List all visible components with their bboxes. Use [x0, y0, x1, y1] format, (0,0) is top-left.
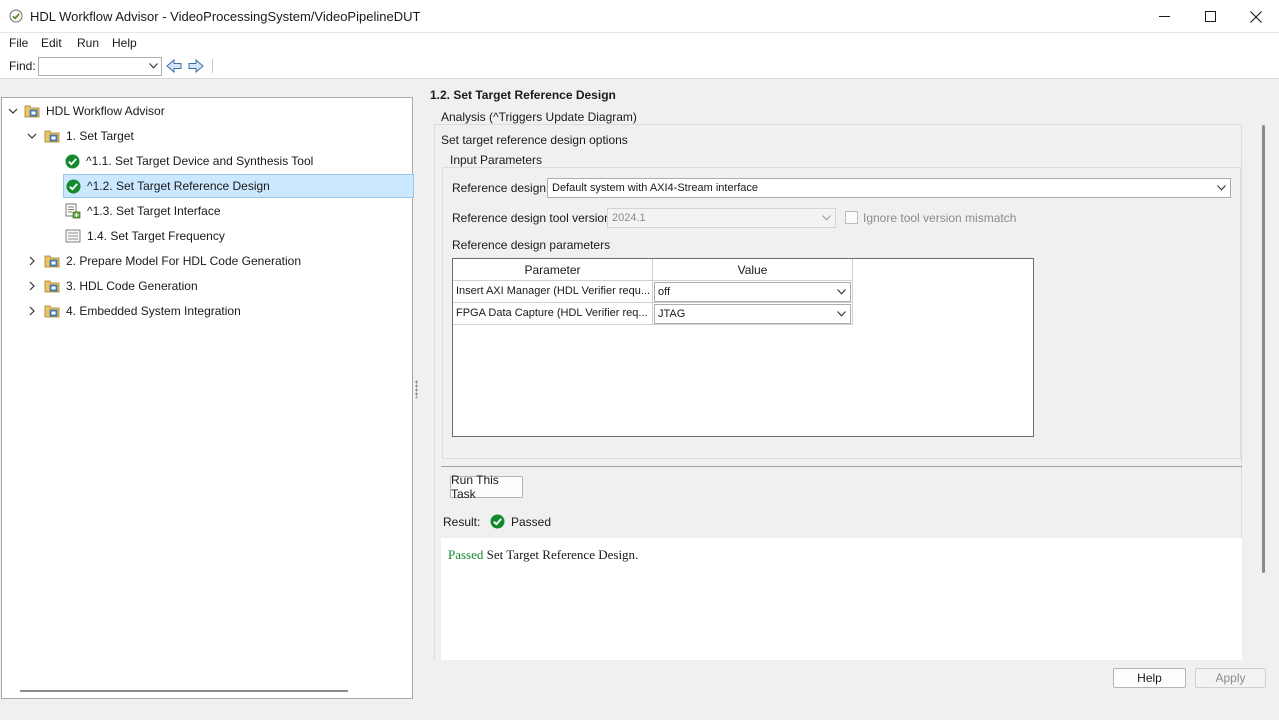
- table-row-param: Insert AXI Manager (HDL Verifier requ...: [453, 281, 653, 303]
- help-button[interactable]: Help: [1113, 668, 1186, 688]
- divider: [441, 466, 1242, 467]
- tree-item-task-1-2[interactable]: ^1.2. Set Target Reference Design: [63, 174, 414, 198]
- passed-check-icon: [66, 179, 81, 193]
- result-status: Passed: [511, 515, 552, 529]
- folder-advisor-icon: [44, 255, 60, 268]
- table-cell-value: JTAG: [658, 308, 686, 320]
- ignore-mismatch-checkbox[interactable]: [845, 211, 858, 224]
- design-parameters-label: Reference design parameters: [452, 238, 611, 252]
- input-parameters-label: Input Parameters: [447, 153, 546, 167]
- menu-run[interactable]: Run: [77, 36, 99, 50]
- passed-check-icon: [65, 154, 80, 168]
- toolbar-separator: [212, 59, 213, 73]
- column-header-value[interactable]: Value: [653, 259, 853, 281]
- task-document-icon: [65, 229, 81, 243]
- reference-design-value: Default system with AXI4-Stream interfac…: [552, 182, 759, 194]
- tree-item-label: ^1.1. Set Target Device and Synthesis To…: [86, 154, 314, 168]
- folder-advisor-icon: [24, 105, 40, 118]
- find-input[interactable]: [38, 57, 162, 76]
- tool-version-value: 2024.1: [612, 212, 646, 224]
- tree-item-task-1-3[interactable]: ^1.3. Set Target Interface: [65, 200, 221, 222]
- table-row-param: FPGA Data Capture (HDL Verifier req...: [453, 303, 653, 325]
- title-bar: HDL Workflow Advisor - VideoProcessingSy…: [0, 0, 1279, 33]
- tree-item-label: HDL Workflow Advisor: [46, 104, 165, 118]
- chevron-down-icon[interactable]: [27, 131, 37, 141]
- tree-item-prepare-model[interactable]: 2. Prepare Model For HDL Code Generation: [44, 250, 301, 272]
- tree-item-root[interactable]: HDL Workflow Advisor: [24, 100, 165, 122]
- maximize-icon: [1204, 11, 1216, 22]
- analysis-group-label: Analysis (^Triggers Update Diagram): [438, 110, 640, 124]
- chevron-down-icon: [837, 311, 846, 317]
- tree-item-embedded-integration[interactable]: 4. Embedded System Integration: [44, 300, 241, 322]
- find-previous-icon[interactable]: [165, 58, 183, 74]
- minimize-button[interactable]: [1141, 0, 1187, 33]
- tree-item-label: 3. HDL Code Generation: [66, 279, 198, 293]
- insert-axi-manager-select[interactable]: off: [654, 282, 851, 302]
- tree-item-label: ^1.3. Set Target Interface: [87, 204, 221, 218]
- chevron-down-icon: [149, 63, 158, 69]
- folder-advisor-icon: [44, 305, 60, 318]
- analysis-description: Set target reference design options: [441, 133, 628, 147]
- chevron-down-icon: [822, 215, 831, 221]
- menu-help[interactable]: Help: [112, 36, 137, 50]
- chevron-down-icon: [837, 289, 846, 295]
- folder-advisor-icon: [44, 130, 60, 143]
- close-button[interactable]: [1233, 0, 1279, 33]
- table-row-value-cell: off: [653, 281, 853, 303]
- result-message-box: Passed Set Target Reference Design.: [441, 538, 1242, 660]
- parameters-table: Parameter Value Insert AXI Manager (HDL …: [452, 258, 1034, 437]
- tree-item-label: 4. Embedded System Integration: [66, 304, 241, 318]
- tree-horizontal-scrollbar[interactable]: [20, 690, 348, 692]
- menu-bar: File Edit Run Help: [0, 33, 1279, 53]
- find-label: Find:: [9, 59, 36, 73]
- tree-item-label: 1.4. Set Target Frequency: [87, 229, 225, 243]
- run-this-task-button[interactable]: Run This Task: [450, 473, 523, 501]
- pane-splitter-handle[interactable]: [415, 380, 418, 398]
- chevron-right-icon[interactable]: [27, 281, 37, 291]
- table-cell-value: off: [658, 286, 671, 298]
- task-interface-icon: [65, 203, 81, 219]
- tree-item-set-target[interactable]: 1. Set Target: [44, 125, 134, 147]
- find-next-icon[interactable]: [187, 58, 205, 74]
- ignore-mismatch-label: Ignore tool version mismatch: [863, 211, 1017, 225]
- panel-vertical-scrollbar[interactable]: [1262, 125, 1265, 573]
- task-details-panel: 1.2. Set Target Reference Design Analysi…: [420, 80, 1279, 660]
- fpga-data-capture-select[interactable]: JTAG: [654, 304, 851, 324]
- column-header-parameter[interactable]: Parameter: [453, 259, 653, 281]
- result-passed-text: Passed: [448, 547, 484, 562]
- menu-file[interactable]: File: [9, 36, 28, 50]
- table-row-value-cell: JTAG: [653, 303, 853, 325]
- close-icon: [1250, 10, 1262, 23]
- menu-edit[interactable]: Edit: [41, 36, 62, 50]
- reference-design-label: Reference design:: [452, 181, 550, 195]
- passed-check-icon: [490, 514, 505, 529]
- chevron-right-icon[interactable]: [27, 256, 37, 266]
- app-check-icon: [9, 9, 23, 23]
- tree-item-label: ^1.2. Set Target Reference Design: [87, 179, 270, 193]
- tree-item-label: 1. Set Target: [66, 129, 134, 143]
- tool-version-select: 2024.1: [607, 208, 836, 228]
- tree-item-task-1-4[interactable]: 1.4. Set Target Frequency: [65, 225, 225, 247]
- maximize-button[interactable]: [1187, 0, 1233, 33]
- tree-item-code-generation[interactable]: 3. HDL Code Generation: [44, 275, 198, 297]
- task-tree[interactable]: HDL Workflow Advisor 1. Set Target ^1.1.…: [1, 97, 414, 699]
- result-message-text: Set Target Reference Design.: [483, 547, 639, 562]
- chevron-down-icon[interactable]: [8, 106, 18, 116]
- tree-item-task-1-1[interactable]: ^1.1. Set Target Device and Synthesis To…: [65, 150, 313, 172]
- tool-version-label: Reference design tool version:: [452, 211, 615, 225]
- chevron-right-icon[interactable]: [27, 306, 37, 316]
- result-label: Result:: [443, 515, 481, 529]
- find-toolbar: Find:: [0, 53, 1279, 79]
- chevron-down-icon: [1217, 185, 1226, 191]
- panel-title: 1.2. Set Target Reference Design: [430, 88, 616, 102]
- apply-button[interactable]: Apply: [1195, 668, 1266, 688]
- tree-item-label: 2. Prepare Model For HDL Code Generation: [66, 254, 302, 268]
- window-title: HDL Workflow Advisor - VideoProcessingSy…: [30, 9, 421, 24]
- folder-advisor-icon: [44, 280, 60, 293]
- minimize-icon: [1158, 16, 1170, 17]
- reference-design-select[interactable]: Default system with AXI4-Stream interfac…: [547, 178, 1231, 198]
